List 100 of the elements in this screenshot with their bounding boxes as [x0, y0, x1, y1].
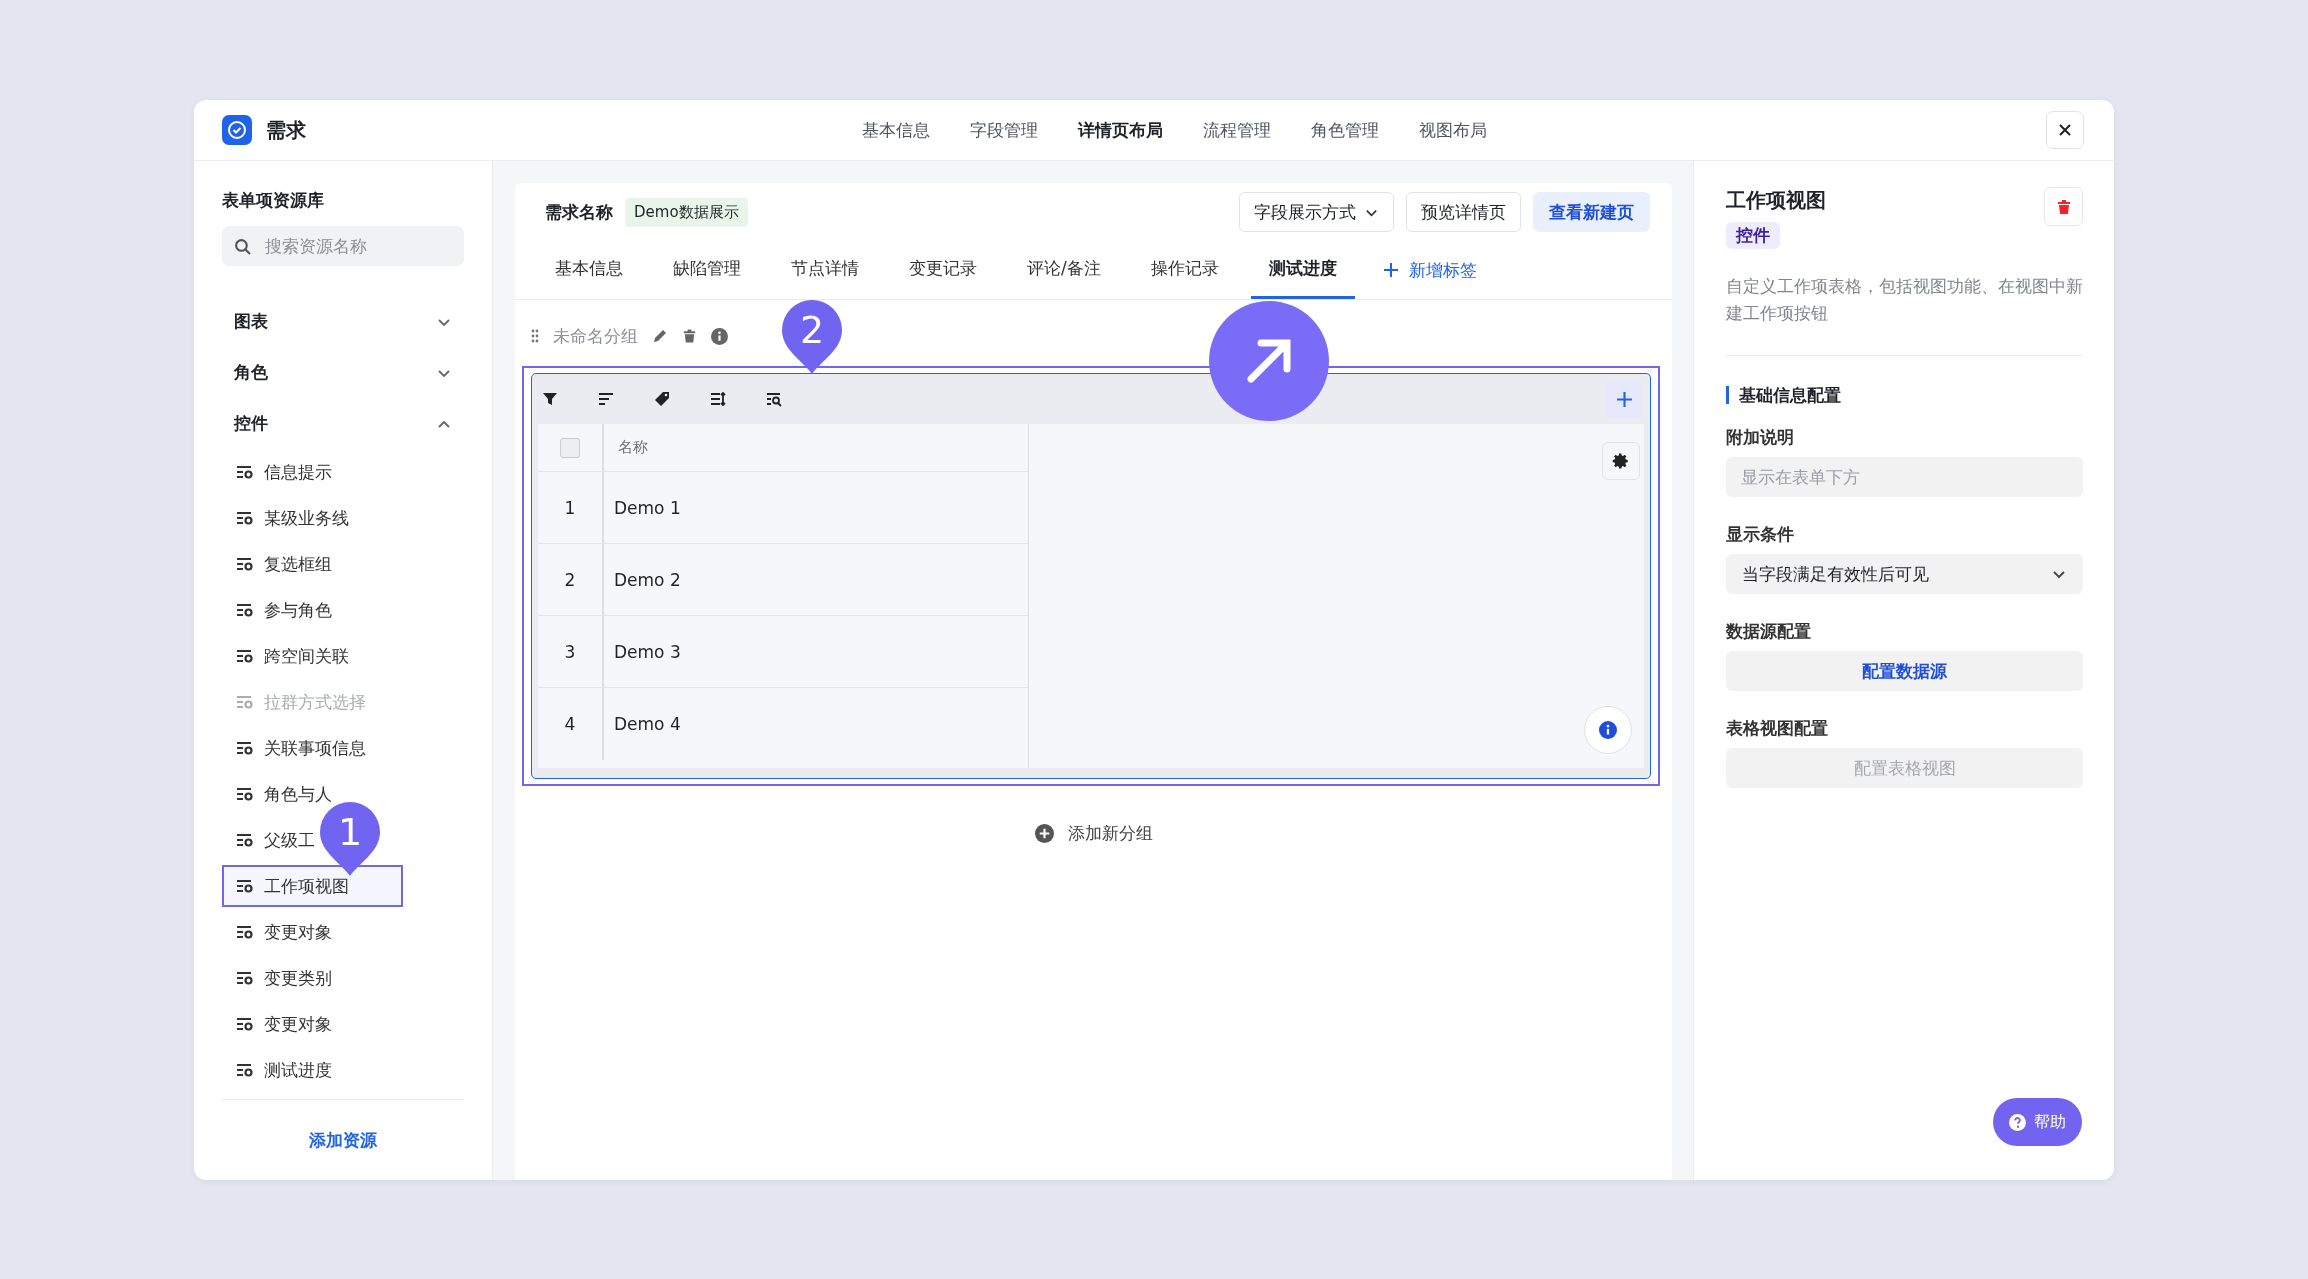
top-tab[interactable]: 详情页布局	[1078, 118, 1163, 142]
drag-handle-icon[interactable]	[531, 329, 539, 343]
add-tab-button[interactable]: 新增标签	[1368, 241, 1491, 299]
add-resource-link[interactable]: 添加资源	[309, 1128, 377, 1152]
trash-icon	[2055, 198, 2072, 215]
settings-icon	[1612, 452, 1630, 470]
step-marker: 2	[782, 300, 842, 374]
arrow-marker-icon	[1209, 301, 1329, 421]
table-cell: Demo 3	[604, 616, 1028, 688]
top-tab[interactable]: 流程管理	[1203, 118, 1271, 142]
input-field[interactable]: 显示在表单下方	[1726, 457, 2083, 497]
row-number: 1	[538, 472, 604, 544]
list-gear-icon	[236, 648, 254, 664]
search-icon	[234, 237, 251, 255]
app-logo-icon	[222, 115, 252, 145]
table-component-frame[interactable]: 名称 1 Demo 1 2 Demo 2 3 Demo 3 4 Demo 4	[522, 366, 1660, 786]
group-header[interactable]: 图表	[222, 296, 464, 347]
inspector-title: 工作项视图	[1726, 187, 1826, 214]
edit-icon[interactable]	[652, 328, 668, 344]
config-button[interactable]: 配置数据源	[1726, 651, 2083, 691]
list-gear-icon	[236, 832, 254, 848]
table-cell: Demo 1	[604, 472, 1028, 544]
add-group-button[interactable]: 添加新分组	[1034, 822, 1153, 845]
app-title: 需求	[266, 116, 306, 144]
resource-item[interactable]: 测试进度	[222, 1049, 403, 1091]
resource-item[interactable]: 参与角色	[222, 589, 403, 631]
detail-tab[interactable]: 评论/备注	[1009, 241, 1119, 299]
resource-item[interactable]: 某级业务线	[222, 497, 403, 539]
help-icon	[2009, 1113, 2026, 1131]
list-gear-icon	[236, 602, 254, 618]
resource-item[interactable]: 变更类别	[222, 957, 403, 999]
top-tab[interactable]: 角色管理	[1311, 118, 1379, 142]
list-gear-icon	[236, 786, 254, 802]
info-icon[interactable]	[711, 327, 728, 345]
field-label: 附加说明	[1726, 426, 1795, 449]
help-button[interactable]: 帮助	[1993, 1098, 2082, 1146]
step-marker: 1	[320, 802, 380, 876]
add-button[interactable]	[1606, 381, 1642, 417]
condition-dropdown[interactable]: 当字段满足有效性后可见	[1726, 554, 2083, 594]
search-field[interactable]: 搜索资源名称	[222, 226, 464, 266]
resource-item[interactable]: 复选框组	[222, 543, 403, 585]
row-number: 4	[538, 688, 604, 760]
list-gear-icon	[236, 556, 254, 572]
detail-tab[interactable]: 缺陷管理	[655, 241, 759, 299]
resource-item[interactable]: 跨空间关联	[222, 635, 403, 677]
delete-icon[interactable]	[682, 328, 697, 344]
detail-tab[interactable]: 变更记录	[891, 241, 995, 299]
close-button[interactable]	[2046, 111, 2084, 149]
resource-item[interactable]: 信息提示	[222, 451, 403, 493]
settings-button[interactable]	[1602, 442, 1640, 480]
table-cell: Demo 2	[604, 544, 1028, 616]
close-icon	[2057, 122, 2073, 138]
section-heading: 基础信息配置	[1726, 386, 2083, 404]
display-mode-dropdown[interactable]: 字段展示方式	[1239, 192, 1394, 232]
top-tab[interactable]: 视图布局	[1419, 118, 1487, 142]
list-gear-icon	[236, 694, 254, 710]
plus-icon	[1615, 390, 1633, 408]
list-gear-icon	[236, 924, 254, 940]
select-all-checkbox[interactable]	[560, 437, 580, 458]
resource-item[interactable]: 工作项视图	[222, 865, 403, 907]
column-header: 名称	[604, 424, 1028, 472]
group-header[interactable]: 控件	[222, 398, 464, 449]
row-number: 3	[538, 616, 604, 688]
plus-circle-icon	[1034, 824, 1054, 843]
demo-tag: Demo数据展示	[625, 197, 748, 227]
list-gear-icon	[236, 1016, 254, 1032]
resource-item[interactable]: 变更对象	[222, 1003, 403, 1045]
row-number: 2	[538, 544, 604, 616]
detail-tab[interactable]: 操作记录	[1132, 241, 1237, 299]
detail-tab[interactable]: 节点详情	[773, 241, 877, 299]
group-header[interactable]: 角色	[222, 347, 464, 398]
detail-tab[interactable]: 测试进度	[1250, 241, 1355, 299]
sidebar-title: 表单项资源库	[222, 189, 325, 212]
description-text: 自定义工作项表格，包括视图功能、在视图中新建工作项按钮	[1726, 276, 2083, 325]
tag-icon[interactable]	[654, 391, 670, 407]
list-gear-icon	[236, 464, 254, 480]
component-tag: 控件	[1726, 222, 1780, 249]
list-gear-icon	[236, 970, 254, 986]
info-button[interactable]	[1584, 706, 1632, 754]
resource-item[interactable]: 变更对象	[222, 911, 403, 953]
delete-button[interactable]	[2044, 187, 2083, 226]
group-title: 未命名分组	[553, 324, 638, 348]
list-order-icon[interactable]	[710, 391, 726, 407]
list-gear-icon	[236, 1062, 254, 1078]
new-page-button[interactable]: 查看新建页	[1533, 192, 1650, 232]
field-label: 表格视图配置	[1726, 717, 1829, 740]
preview-button[interactable]: 预览详情页	[1406, 192, 1521, 232]
list-search-icon[interactable]	[766, 391, 782, 407]
table-cell-text: Demo 4	[613, 713, 682, 736]
sort-icon[interactable]	[598, 391, 614, 407]
search-input[interactable]: 搜索资源名称	[263, 235, 452, 257]
top-tab[interactable]: 基本信息	[862, 118, 930, 142]
field-label: 显示条件	[1726, 523, 1795, 546]
detail-tab[interactable]: 基本信息	[537, 241, 641, 299]
top-tab[interactable]: 字段管理	[970, 118, 1038, 142]
resource-item[interactable]: 关联事项信息	[222, 727, 403, 769]
plus-icon	[1382, 262, 1399, 278]
filter-icon[interactable]	[542, 391, 558, 407]
list-gear-icon	[236, 740, 254, 756]
field-name: 需求名称	[545, 200, 613, 224]
